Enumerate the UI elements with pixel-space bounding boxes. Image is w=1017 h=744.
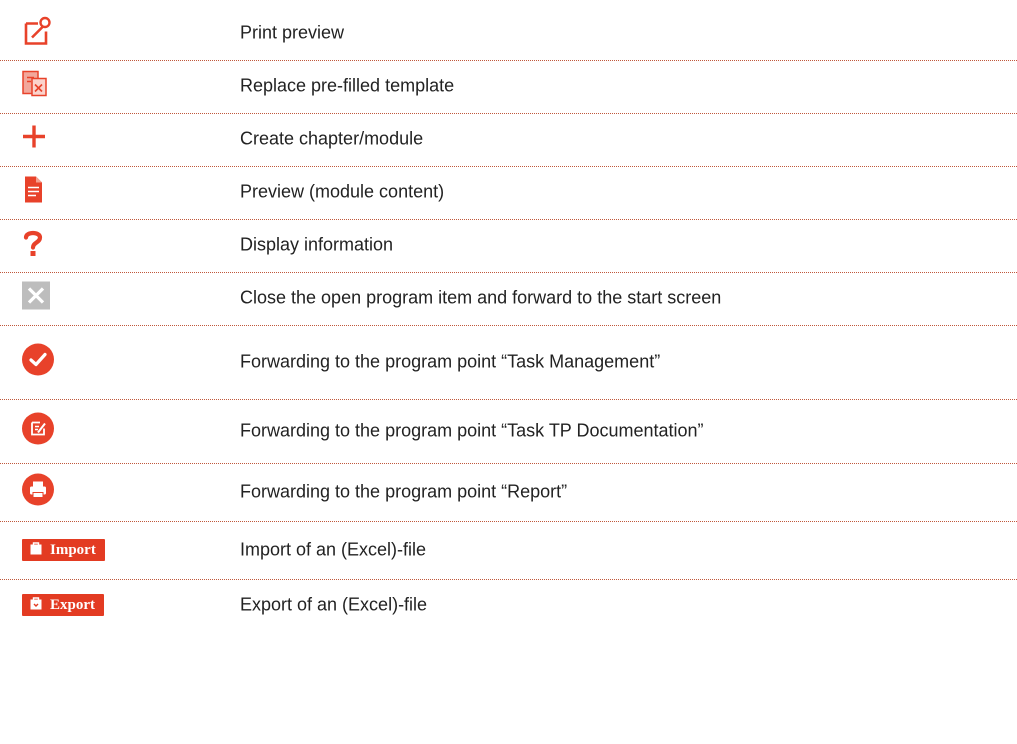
document-icon xyxy=(22,176,44,209)
legend-description: Preview (module content) xyxy=(240,181,445,202)
legend-row: Preview (module content) xyxy=(0,167,1017,217)
export-button[interactable]: Export xyxy=(22,594,104,616)
import-button-label: Import xyxy=(50,542,96,558)
legend-row: Forwarding to the program point “Report” xyxy=(0,464,1017,520)
legend-description: Replace pre-filled template xyxy=(240,75,455,96)
legend-row: Forwarding to the program point “Task TP… xyxy=(0,400,1017,462)
legend-description: Import of an (Excel)-file xyxy=(240,539,427,560)
legend-row: Export Export of an (Excel)-file xyxy=(0,580,1017,630)
import-button[interactable]: Import xyxy=(22,539,105,561)
print-preview-icon xyxy=(22,16,52,51)
edit-circle-icon xyxy=(22,412,54,450)
legend-row: Create chapter/module xyxy=(0,114,1017,164)
legend-row: Close the open program item and forward … xyxy=(0,273,1017,323)
legend-description: Display information xyxy=(240,234,394,255)
legend-description: Forwarding to the program point “Task Ma… xyxy=(240,351,661,372)
question-mark-icon xyxy=(22,229,44,262)
legend-row: Import Import of an (Excel)-file xyxy=(0,522,1017,578)
legend-row: Print preview xyxy=(0,8,1017,58)
legend-description: Forwarding to the program point “Report” xyxy=(240,481,568,502)
legend-description: Export of an (Excel)-file xyxy=(240,594,428,615)
legend-description: Create chapter/module xyxy=(240,128,424,149)
legend-description: Close the open program item and forward … xyxy=(240,287,722,308)
replace-template-icon xyxy=(22,70,48,102)
export-button-cell: Export xyxy=(22,594,104,616)
check-circle-icon xyxy=(22,343,54,381)
bag-icon xyxy=(30,596,42,615)
legend-row: Forwarding to the program point “Task Ma… xyxy=(0,326,1017,398)
printer-circle-icon xyxy=(22,473,54,511)
bag-icon xyxy=(30,541,42,560)
export-button-label: Export xyxy=(50,597,95,613)
legend-description: Print preview xyxy=(240,22,345,43)
legend-row: Display information xyxy=(0,220,1017,270)
plus-icon xyxy=(22,125,46,154)
legend-description: Forwarding to the program point “Task TP… xyxy=(240,420,704,441)
import-button-cell: Import xyxy=(22,539,105,561)
close-icon xyxy=(22,281,50,315)
legend-row: Replace pre-filled template xyxy=(0,61,1017,111)
